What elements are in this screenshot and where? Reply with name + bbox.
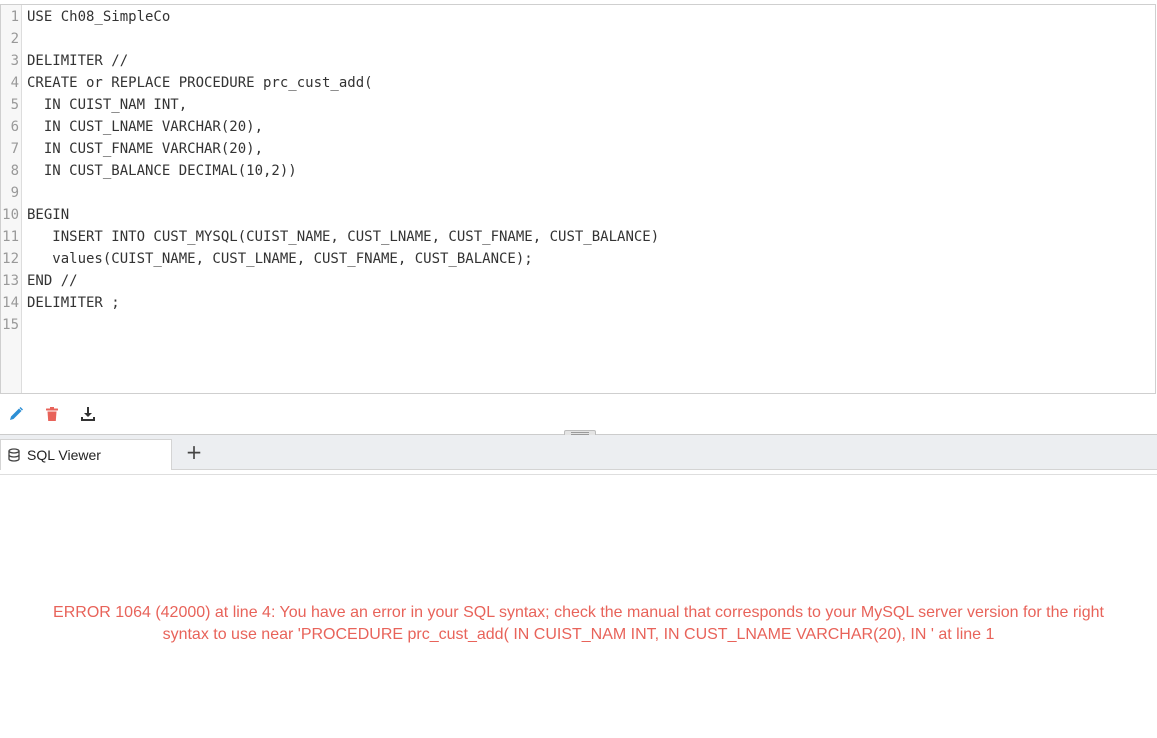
error-message: ERROR 1064 (42000) at line 4: You have a… [0, 602, 1157, 646]
line-number: 5 [10, 97, 19, 113]
code-line[interactable]: INSERT INTO CUST_MYSQL(CUIST_NAME, CUST_… [27, 226, 1155, 248]
edit-button[interactable] [4, 402, 28, 426]
code-line[interactable]: CREATE or REPLACE PROCEDURE prc_cust_add… [27, 72, 1155, 94]
code-line[interactable]: DELIMITER // [27, 50, 1155, 72]
add-tab-button[interactable]: + [180, 438, 208, 466]
code-line[interactable]: BEGIN [27, 204, 1155, 226]
tab-sql-viewer[interactable]: SQL Viewer [0, 439, 172, 470]
code-line[interactable]: IN CUST_BALANCE DECIMAL(10,2)) [27, 160, 1155, 182]
pencil-icon [10, 407, 23, 420]
line-number: 12 [2, 251, 19, 267]
code-line[interactable] [27, 28, 1155, 50]
code-line[interactable]: END // [27, 270, 1155, 292]
line-number: 3 [10, 53, 19, 69]
download-button[interactable] [76, 402, 100, 426]
code-line[interactable]: values(CUIST_NAME, CUST_LNAME, CUST_FNAM… [27, 248, 1155, 270]
tab-label: SQL Viewer [27, 447, 101, 463]
sql-editor-app: 1 2 3 4 5 6 7 8 9 10 11 12 13 14 15 USE … [0, 0, 1157, 738]
code-line[interactable]: IN CUST_LNAME VARCHAR(20), [27, 116, 1155, 138]
code-line[interactable]: USE Ch08_SimpleCo [27, 6, 1155, 28]
line-number: 4 [10, 75, 19, 91]
code-editor[interactable]: 1 2 3 4 5 6 7 8 9 10 11 12 13 14 15 USE … [0, 4, 1156, 394]
result-tab-bar: SQL Viewer + [0, 435, 1157, 470]
code-text-area[interactable]: USE Ch08_SimpleCo DELIMITER // CREATE or… [22, 5, 1155, 393]
line-number: 9 [10, 185, 19, 201]
trash-icon [46, 407, 58, 421]
error-message-line: syntax to use near 'PROCEDURE prc_cust_a… [162, 626, 995, 643]
editor-toolbar [0, 400, 108, 428]
line-number: 13 [2, 273, 19, 289]
code-line[interactable]: IN CUIST_NAM INT, [27, 94, 1155, 116]
code-line[interactable]: IN CUST_FNAME VARCHAR(20), [27, 138, 1155, 160]
code-line[interactable] [27, 182, 1155, 204]
download-icon [81, 407, 95, 421]
line-number: 8 [10, 163, 19, 179]
line-number: 11 [2, 229, 19, 245]
line-number: 10 [2, 207, 19, 223]
line-number: 6 [10, 119, 19, 135]
result-divider [0, 474, 1157, 475]
line-number: 15 [2, 317, 19, 333]
line-number-gutter: 1 2 3 4 5 6 7 8 9 10 11 12 13 14 15 [1, 5, 22, 393]
database-icon [8, 448, 20, 462]
code-line[interactable] [27, 314, 1155, 336]
delete-button[interactable] [40, 402, 64, 426]
error-message-line: ERROR 1064 (42000) at line 4: You have a… [53, 604, 1104, 621]
line-number: 2 [10, 31, 19, 47]
code-line[interactable]: DELIMITER ; [27, 292, 1155, 314]
line-number: 14 [2, 295, 19, 311]
line-number: 1 [10, 9, 19, 25]
line-number: 7 [10, 141, 19, 157]
